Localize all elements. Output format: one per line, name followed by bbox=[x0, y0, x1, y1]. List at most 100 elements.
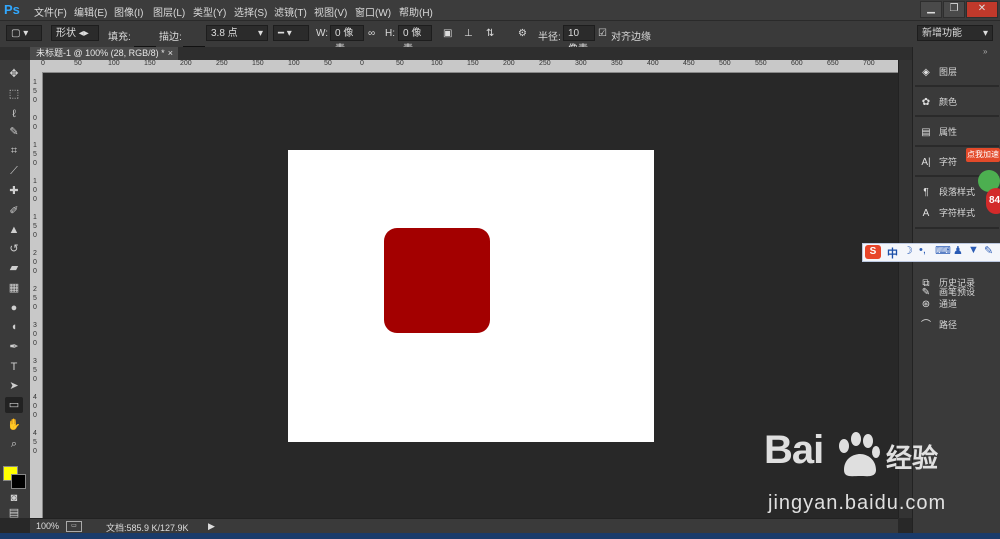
menu-edit[interactable]: 编辑(E) bbox=[74, 4, 107, 19]
ruler-label: 300 bbox=[575, 60, 587, 67]
gradient-tool-icon[interactable]: ▦ bbox=[5, 280, 23, 296]
close-tab-icon[interactable]: × bbox=[168, 47, 173, 60]
workspace-value: 新增功能 bbox=[922, 28, 962, 39]
menu-window[interactable]: 窗口(W) bbox=[355, 4, 391, 19]
quick-select-tool-icon[interactable]: ✎ bbox=[5, 124, 23, 140]
history-brush-tool-icon[interactable]: ↺ bbox=[5, 241, 23, 257]
menu-select[interactable]: 选择(S) bbox=[234, 4, 267, 19]
ruler-left-labels: 15000150100150200250300350400450 bbox=[33, 79, 37, 455]
path-operations-icon[interactable]: ▣ bbox=[443, 28, 452, 39]
menu-help[interactable]: 帮助(H) bbox=[399, 4, 433, 19]
marquee-tool-icon[interactable]: ⬚ bbox=[5, 86, 23, 102]
moon-icon[interactable]: ☽ bbox=[903, 244, 913, 257]
punctuation-icon[interactable]: •, bbox=[919, 244, 926, 256]
status-menu-icon[interactable]: ▶ bbox=[208, 521, 215, 532]
wrench-icon[interactable]: ✎ bbox=[984, 244, 993, 257]
rounded-rectangle-shape[interactable] bbox=[384, 228, 490, 333]
skin-icon[interactable]: ▼ bbox=[968, 244, 979, 256]
width-field[interactable]: 0 像素 bbox=[330, 25, 364, 55]
path-alignment-icon[interactable]: ⊥ bbox=[464, 28, 473, 39]
stroke-size-value: 3.8 点 bbox=[211, 28, 238, 39]
mode-value: 形状 bbox=[56, 28, 76, 39]
menu-layer[interactable]: 图层(L) bbox=[153, 4, 185, 19]
ruler-label: 150 bbox=[144, 60, 156, 67]
brush-tool-icon[interactable]: ✐ bbox=[5, 203, 23, 219]
link-icon[interactable]: ∞ bbox=[368, 28, 375, 39]
pen-tool-icon[interactable]: ✒ bbox=[5, 339, 23, 355]
blur-tool-icon[interactable]: ● bbox=[5, 300, 23, 316]
panel-divider bbox=[915, 115, 999, 117]
character-icon: A| bbox=[921, 156, 931, 168]
ruler-label: 500 bbox=[719, 60, 731, 67]
stamp-tool-icon[interactable]: ▲ bbox=[5, 222, 23, 238]
menu-view[interactable]: 视图(V) bbox=[314, 4, 347, 19]
path-arrangement-icon[interactable]: ⇅ bbox=[486, 28, 494, 39]
properties-icon: ▤ bbox=[921, 126, 931, 138]
collapse-dock-icon[interactable]: » bbox=[983, 47, 999, 57]
ruler-label: 650 bbox=[827, 60, 839, 67]
menu-image[interactable]: 图像(I) bbox=[114, 4, 143, 19]
height-field[interactable]: 0 像素 bbox=[398, 25, 432, 55]
panel-channels[interactable]: ⊛ 通道 bbox=[919, 295, 999, 313]
ruler-label: 400 bbox=[647, 60, 659, 67]
eyedropper-tool-icon[interactable]: ⟋ bbox=[5, 163, 23, 179]
tool-preset-picker[interactable]: ▢ ▾ bbox=[6, 25, 42, 41]
keyboard-icon[interactable]: ⌨ bbox=[935, 244, 951, 257]
screen-mode-icon[interactable]: ▤ bbox=[5, 508, 23, 519]
eraser-tool-icon[interactable]: ▰ bbox=[5, 260, 23, 276]
panel-color[interactable]: ✿ 颜色 bbox=[919, 93, 999, 111]
panel-color-label: 颜色 bbox=[939, 97, 958, 107]
sogou-logo-icon: S bbox=[865, 245, 881, 259]
panel-paragraph-style-label: 段落样式 bbox=[939, 187, 976, 197]
healing-tool-icon[interactable]: ✚ bbox=[5, 183, 23, 199]
path-select-tool-icon[interactable]: ➤ bbox=[5, 378, 23, 394]
ruler-label: 150 bbox=[467, 60, 479, 67]
menu-type[interactable]: 类型(Y) bbox=[193, 4, 226, 19]
menu-file[interactable]: 文件(F) bbox=[34, 4, 67, 19]
character-style-icon: A bbox=[922, 207, 930, 219]
stroke-type-select[interactable]: ━ ▾ bbox=[273, 25, 309, 41]
proof-icon[interactable]: ▭ bbox=[66, 521, 82, 532]
move-tool-icon[interactable]: ✥ bbox=[5, 66, 23, 82]
panel-paths[interactable]: ⌒ 路径 bbox=[919, 316, 999, 334]
paw-icon bbox=[839, 432, 880, 477]
panel-properties-label: 属性 bbox=[939, 127, 958, 137]
workspace-select[interactable]: 新增功能 ▾ bbox=[917, 25, 993, 41]
zoom-level[interactable]: 100% bbox=[36, 521, 59, 531]
dodge-tool-icon[interactable]: ◖ bbox=[5, 319, 23, 335]
radius-field[interactable]: 10 像素 bbox=[563, 25, 595, 55]
align-edges-checkbox[interactable]: ☑ bbox=[598, 28, 607, 39]
ime-toolbar[interactable]: S 中 ☽ •, ⌨ ♟ ▼ ✎ bbox=[862, 243, 1000, 262]
chevron-down-icon: ▾ bbox=[257, 28, 263, 39]
panel-properties[interactable]: ▤ 属性 bbox=[919, 123, 999, 141]
align-edges-label: 对齐边缘 bbox=[611, 32, 651, 43]
document-tab[interactable]: 未标题-1 @ 100% (28, RGB/8) * × bbox=[30, 47, 178, 60]
ime-mode-label[interactable]: 中 bbox=[887, 245, 898, 261]
restore-button[interactable]: ❐ bbox=[943, 1, 965, 18]
watermark-url: jingyan.baidu.com bbox=[768, 492, 947, 514]
quick-mask-icon[interactable]: ◙ bbox=[5, 490, 23, 506]
lasso-tool-icon[interactable]: ℓ bbox=[5, 106, 23, 122]
fill-label: 填充: bbox=[108, 32, 131, 43]
speed-badge[interactable]: 84 bbox=[986, 188, 1000, 214]
mode-select[interactable]: 形状 ◂▸ bbox=[51, 25, 99, 41]
zoom-tool-icon[interactable]: ⌕ bbox=[5, 436, 23, 452]
crop-tool-icon[interactable]: ⌗ bbox=[5, 143, 23, 159]
gear-icon[interactable]: ⚙ bbox=[518, 28, 527, 39]
user-icon[interactable]: ♟ bbox=[953, 244, 963, 257]
close-button[interactable]: ✕ bbox=[966, 1, 998, 18]
background-color-swatch[interactable] bbox=[11, 474, 26, 489]
stroke-size-field[interactable]: 3.8 点 ▾ bbox=[206, 25, 268, 41]
hand-tool-icon[interactable]: ✋ bbox=[5, 417, 23, 433]
type-tool-icon[interactable]: T bbox=[5, 359, 23, 375]
menu-filter[interactable]: 滤镜(T) bbox=[274, 4, 307, 19]
promo-label[interactable]: 点我加速 bbox=[966, 148, 1000, 162]
panel-character-label: 字符 bbox=[939, 157, 958, 167]
document-tab-title: 未标题-1 @ 100% (28, RGB/8) * bbox=[36, 48, 165, 58]
panel-history[interactable]: ⧉ 历史记录 bbox=[919, 274, 999, 292]
document-canvas[interactable] bbox=[288, 150, 654, 442]
minimize-button[interactable]: ▁ bbox=[920, 1, 942, 18]
rounded-rect-tool-icon[interactable]: ▭ bbox=[5, 397, 23, 413]
ruler-label: 450 bbox=[683, 60, 695, 67]
panel-layers[interactable]: ◈ 图层 bbox=[919, 63, 999, 81]
